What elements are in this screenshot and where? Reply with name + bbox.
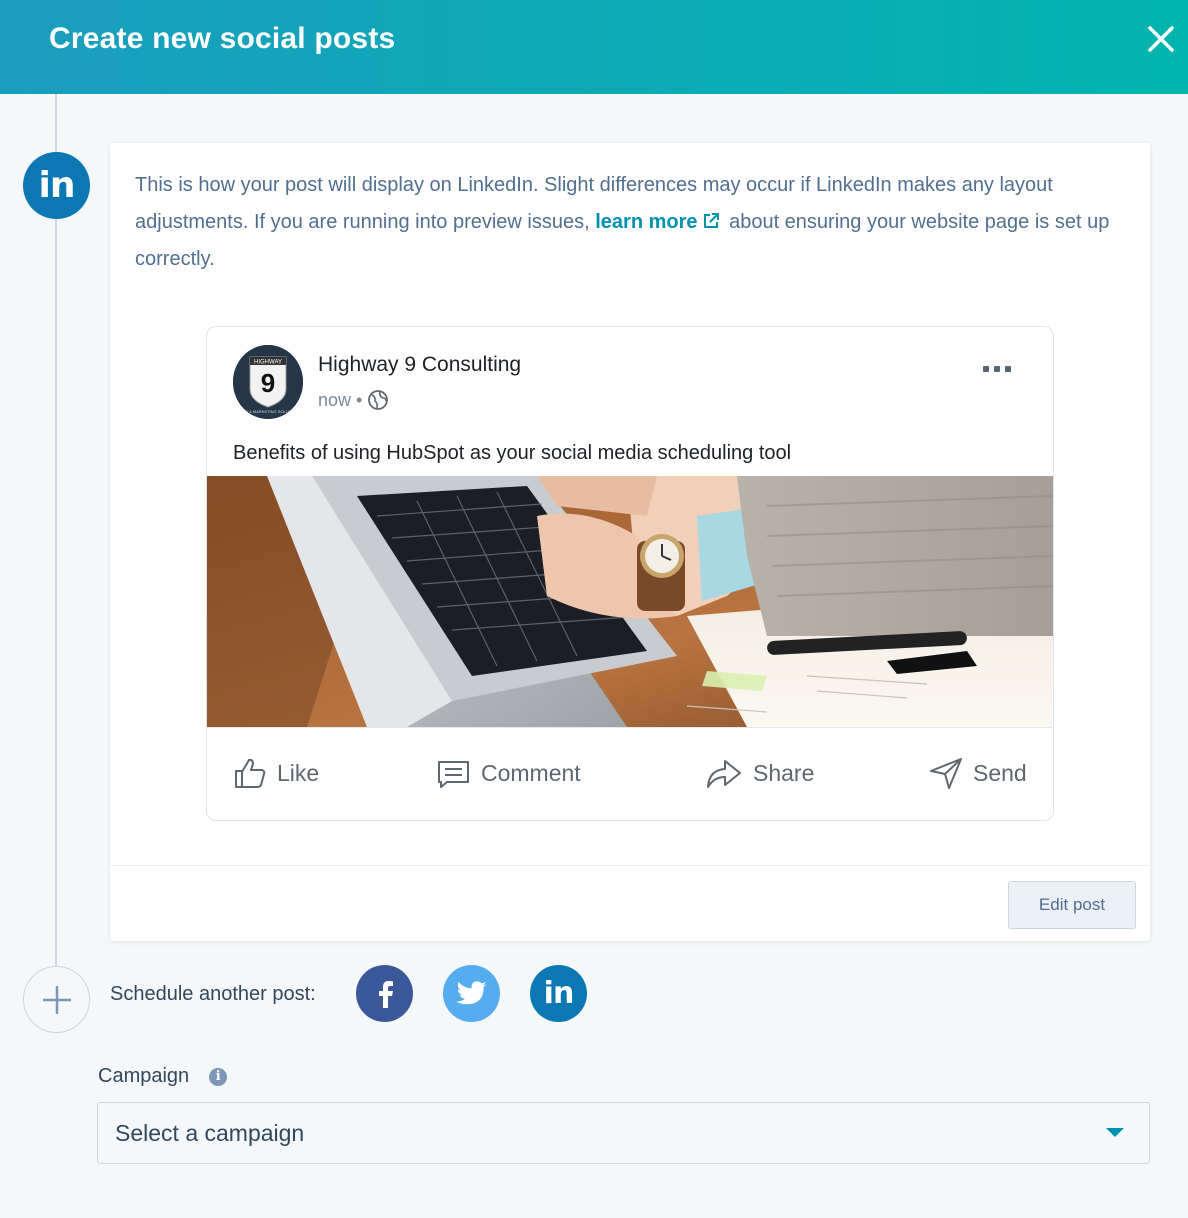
plus-icon bbox=[42, 985, 71, 1014]
modal-title: Create new social posts bbox=[49, 22, 396, 55]
share-button[interactable]: Share bbox=[705, 756, 814, 790]
schedule-another-label: Schedule another post: bbox=[110, 983, 316, 1005]
add-post-button[interactable] bbox=[23, 966, 90, 1033]
linkedin-post-preview: HIGHWAY 9 SALES & MARKETING SOLUTIONS Hi… bbox=[206, 326, 1054, 821]
send-label: Send bbox=[973, 759, 1027, 786]
external-link-icon bbox=[703, 213, 719, 228]
campaign-label-text: Campaign bbox=[98, 1065, 190, 1087]
like-button[interactable]: Like bbox=[233, 756, 319, 790]
twitter-icon bbox=[455, 980, 487, 1004]
company-avatar: HIGHWAY 9 SALES & MARKETING SOLUTIONS bbox=[233, 345, 303, 419]
timeline-line bbox=[55, 94, 57, 966]
comment-label: Comment bbox=[481, 759, 581, 786]
post-time: now bbox=[318, 389, 352, 410]
share-arrow-icon bbox=[707, 760, 741, 788]
schedule-facebook-button[interactable] bbox=[356, 965, 413, 1022]
edit-post-button[interactable]: Edit post bbox=[1008, 881, 1136, 929]
learn-more-label: learn more bbox=[595, 211, 698, 233]
campaign-label: Campaign i bbox=[98, 1065, 228, 1088]
post-preview-card: This is how your post will display on Li… bbox=[110, 143, 1150, 941]
company-name: Highway 9 Consulting bbox=[318, 353, 522, 376]
card-footer: Edit post bbox=[110, 865, 1150, 941]
thumbs-up-icon bbox=[235, 758, 266, 788]
close-icon[interactable] bbox=[1144, 22, 1178, 56]
post-text: Benefits of using HubSpot as your social… bbox=[233, 442, 792, 464]
comment-icon bbox=[438, 761, 469, 788]
globe-icon bbox=[368, 390, 389, 410]
like-label: Like bbox=[277, 759, 320, 786]
preview-info-text: This is how your post will display on Li… bbox=[135, 167, 1135, 278]
schedule-twitter-button[interactable] bbox=[443, 965, 500, 1022]
linkedin-badge-icon: in bbox=[23, 152, 90, 219]
send-button[interactable]: Send bbox=[929, 756, 1027, 790]
more-options-icon[interactable] bbox=[977, 357, 1017, 381]
campaign-select[interactable]: Select a campaign bbox=[97, 1102, 1150, 1164]
learn-more-link[interactable]: learn more bbox=[595, 211, 723, 233]
meta-separator: • bbox=[356, 389, 363, 410]
info-icon[interactable]: i bbox=[209, 1067, 228, 1086]
facebook-icon bbox=[378, 980, 393, 1008]
campaign-placeholder: Select a campaign bbox=[115, 1120, 305, 1146]
linkedin-icon: in bbox=[543, 976, 575, 1011]
post-meta: now • bbox=[318, 389, 389, 411]
modal-header: Create new social posts bbox=[0, 0, 1188, 94]
linkedin-badge-text: in bbox=[38, 165, 76, 206]
avatar-top-text: HIGHWAY bbox=[254, 360, 282, 366]
schedule-linkedin-button[interactable]: in bbox=[530, 965, 587, 1022]
post-actions-bar: Like Comment Share Send bbox=[207, 727, 1053, 820]
avatar-bottom-text: SALES & MARKETING SOLUTIONS bbox=[235, 409, 301, 414]
post-image bbox=[207, 476, 1053, 727]
comment-button[interactable]: Comment bbox=[437, 756, 581, 790]
send-icon bbox=[930, 758, 962, 789]
chevron-down-icon bbox=[1106, 1128, 1124, 1137]
share-label: Share bbox=[753, 759, 815, 786]
avatar-number: 9 bbox=[261, 368, 275, 398]
